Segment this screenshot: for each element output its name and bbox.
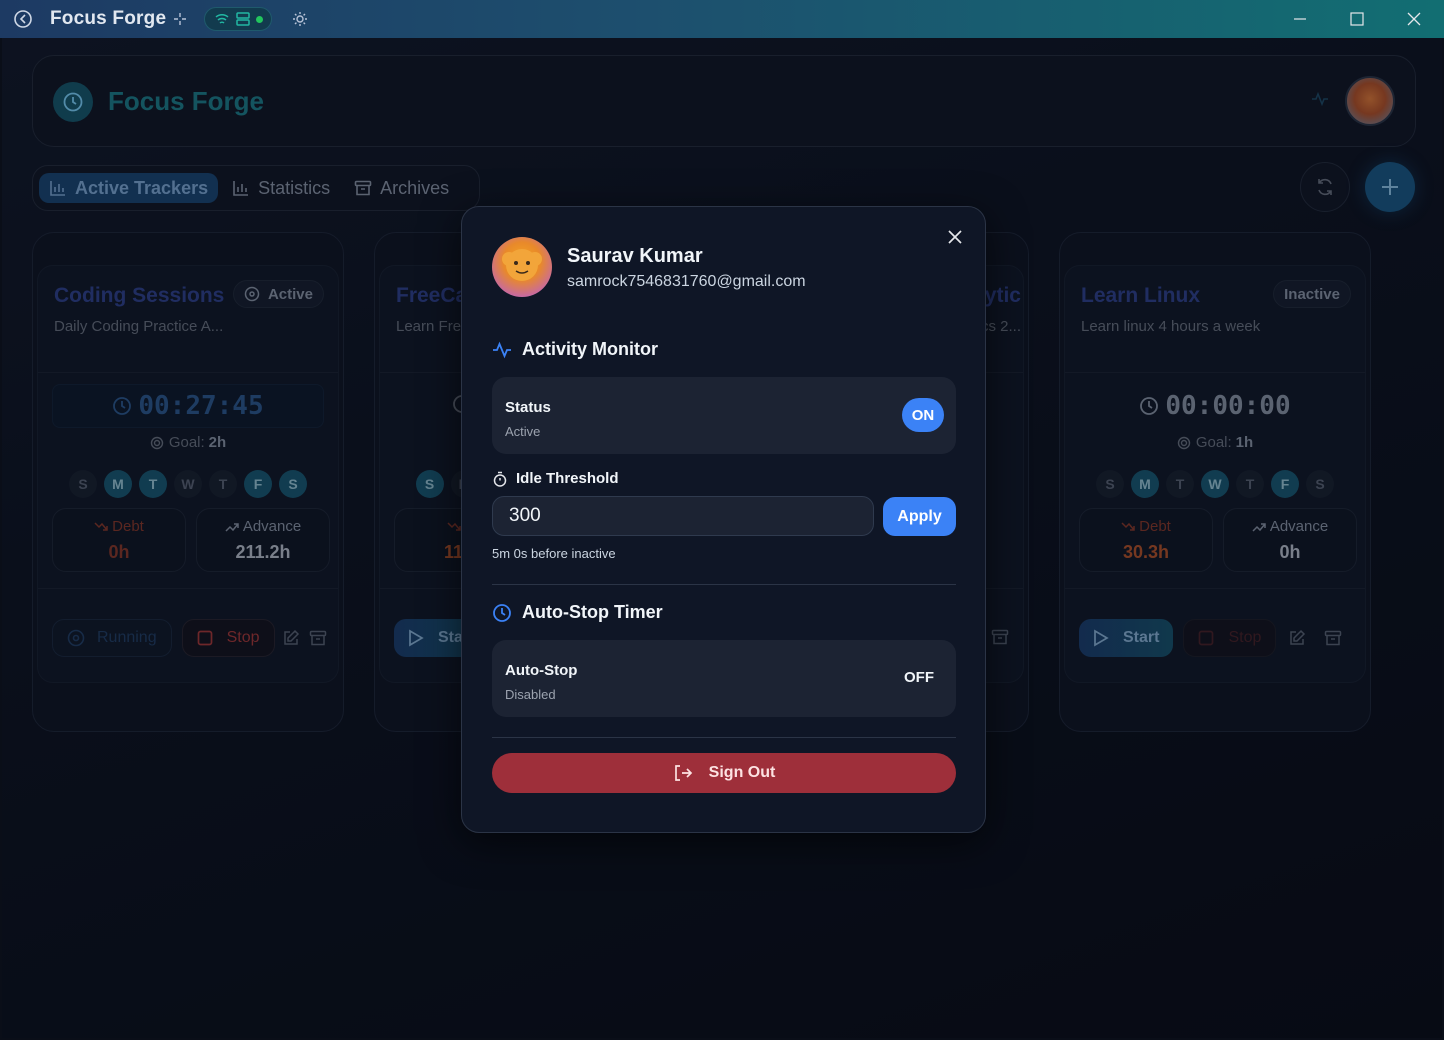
activity-monitor-toggle[interactable]: ON <box>902 398 944 432</box>
auto-stop-status: Disabled <box>505 687 556 702</box>
divider <box>492 737 956 738</box>
profile-avatar <box>492 237 552 297</box>
auto-stop-heading: Auto-Stop Timer <box>492 602 663 623</box>
connection-status-pill[interactable] <box>204 7 273 31</box>
close-icon <box>948 230 962 244</box>
close-icon[interactable] <box>1386 0 1442 38</box>
minimize-icon[interactable] <box>1272 0 1328 38</box>
back-icon[interactable] <box>10 6 36 32</box>
close-modal-button[interactable] <box>943 225 967 249</box>
idle-threshold-label: Idle Threshold <box>492 470 619 487</box>
clock-icon <box>493 603 511 622</box>
divider <box>492 584 956 585</box>
sparkle-icon <box>172 11 188 27</box>
theme-sun-icon[interactable] <box>292 11 308 27</box>
auto-stop-toggle[interactable]: OFF <box>904 669 934 686</box>
status-value: Active <box>505 424 541 439</box>
auto-stop-setting: Auto-Stop Disabled OFF <box>492 640 956 717</box>
wifi-icon <box>215 13 229 24</box>
maximize-icon[interactable] <box>1329 0 1385 38</box>
server-icon <box>235 12 250 26</box>
profile-email: samrock7546831760@gmail.com <box>567 273 806 290</box>
window-titlebar: Focus Forge <box>0 0 1444 38</box>
sign-out-icon <box>674 765 692 781</box>
profile-modal: Saurav Kumar samrock7546831760@gmail.com… <box>461 206 986 833</box>
idle-threshold-hint: 5m 0s before inactive <box>492 546 616 561</box>
app-main: Focus Forge Active Trackers Statistics A… <box>2 38 1442 1038</box>
status-setting: Status Active ON <box>492 377 956 454</box>
window-title: Focus Forge <box>50 8 167 29</box>
apply-button[interactable]: Apply <box>883 497 956 536</box>
profile-name: Saurav Kumar <box>567 245 703 267</box>
activity-pulse-icon <box>493 341 511 358</box>
timer-icon <box>493 471 507 487</box>
idle-threshold-input[interactable] <box>492 496 874 536</box>
status-label: Status <box>505 399 551 416</box>
sign-out-button[interactable]: Sign Out <box>492 753 956 793</box>
online-dot <box>255 15 263 23</box>
auto-stop-label: Auto-Stop <box>505 662 578 679</box>
activity-monitor-heading: Activity Monitor <box>492 339 658 360</box>
